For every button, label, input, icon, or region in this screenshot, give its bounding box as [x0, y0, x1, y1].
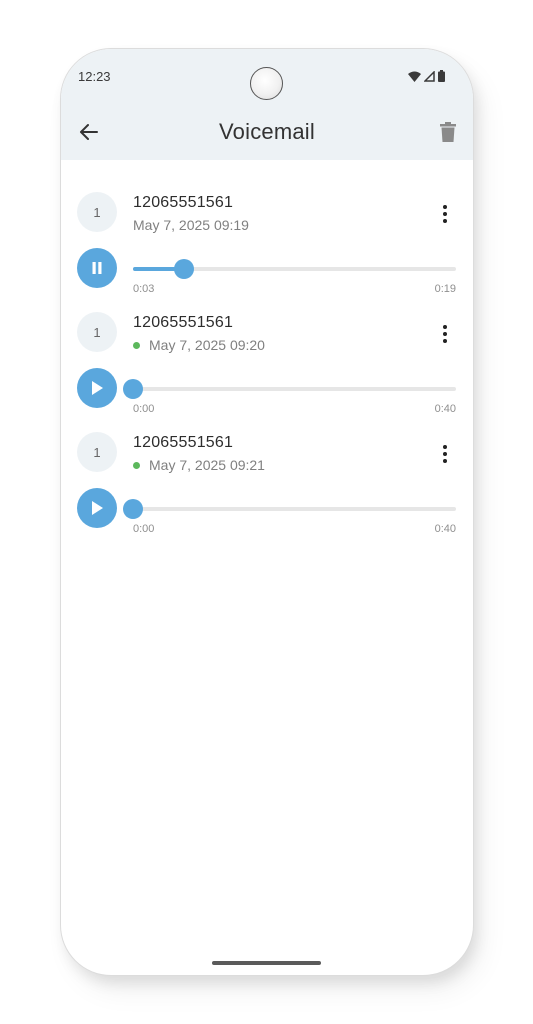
- date-text: May 7, 2025 09:19: [133, 217, 249, 233]
- caller-number: 12065551561: [133, 194, 234, 211]
- duration: 0:40: [434, 523, 456, 535]
- voicemail-date: May 7, 2025 09:20: [133, 337, 265, 353]
- caller-number: 12065551561: [133, 314, 234, 331]
- status-time: 12:23: [78, 69, 111, 84]
- date-text: May 7, 2025 09:20: [149, 337, 265, 353]
- page-title: Voicemail: [219, 119, 315, 144]
- play-button[interactable]: [77, 368, 117, 408]
- current-position: 0:00: [133, 523, 155, 535]
- more-options-button[interactable]: [437, 444, 453, 464]
- status-icons: [408, 70, 445, 82]
- date-text: May 7, 2025 09:21: [149, 457, 265, 473]
- pause-button[interactable]: [77, 248, 117, 288]
- play-button[interactable]: [77, 488, 117, 528]
- new-indicator: [133, 461, 140, 469]
- front-camera: [250, 67, 283, 100]
- voicemail-item: 1 12065551561 May 7, 2025 09:20 0:00 0:4…: [61, 289, 473, 415]
- playback-slider[interactable]: [133, 259, 456, 279]
- more-options-button[interactable]: [437, 204, 453, 224]
- more-vert-icon: [443, 445, 447, 463]
- avatar: 1: [77, 312, 117, 352]
- new-indicator: [133, 341, 140, 349]
- more-vert-icon: [443, 205, 447, 223]
- pause-icon: [92, 262, 102, 274]
- play-icon: [92, 381, 103, 395]
- slider-thumb[interactable]: [123, 379, 143, 399]
- delete-all-button[interactable]: [440, 122, 456, 142]
- voicemail-date: May 7, 2025 09:21: [133, 457, 265, 473]
- wifi-icon: [408, 71, 421, 82]
- voicemail-item: 1 12065551561 May 7, 2025 09:19 0:03 0:1…: [61, 169, 473, 295]
- battery-icon: [438, 70, 445, 82]
- slider-thumb[interactable]: [174, 259, 195, 279]
- slider-track: [133, 507, 456, 511]
- home-indicator[interactable]: [212, 961, 321, 965]
- slider-thumb[interactable]: [123, 499, 143, 519]
- signal-icon: [424, 70, 435, 82]
- avatar: 1: [77, 192, 117, 232]
- voicemail-date: May 7, 2025 09:19: [133, 217, 249, 233]
- playback-slider[interactable]: [123, 499, 456, 519]
- avatar: 1: [77, 432, 117, 472]
- voicemail-item: 1 12065551561 May 7, 2025 09:21 0:00 0:4…: [61, 409, 473, 535]
- phone-frame: 12:23 Voicemail 1 12065551561 May 7, 202…: [61, 49, 473, 975]
- slider-track: [133, 387, 456, 391]
- trash-icon: [440, 122, 456, 142]
- more-vert-icon: [443, 325, 447, 343]
- more-options-button[interactable]: [437, 324, 453, 344]
- play-icon: [92, 501, 103, 515]
- playback-slider[interactable]: [123, 379, 456, 399]
- caller-number: 12065551561: [133, 434, 234, 451]
